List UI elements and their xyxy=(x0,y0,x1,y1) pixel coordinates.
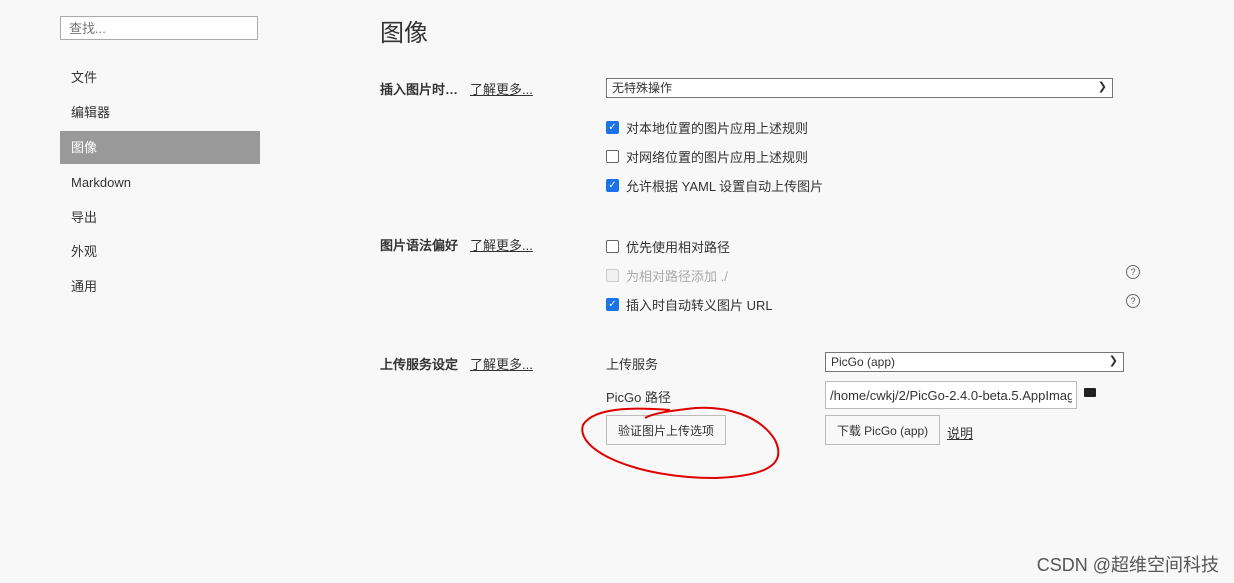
insert-action-select[interactable]: 无特殊操作 ❯ xyxy=(606,78,1113,98)
checkbox-label: 对本地位置的图片应用上述规则 xyxy=(626,121,809,136)
picgo-path-input[interactable] xyxy=(825,381,1077,409)
help-icon[interactable]: ? xyxy=(1126,265,1140,279)
dot-slash-checkbox: 为相对路径添加 ./ xyxy=(606,266,728,285)
check-icon: ✓ xyxy=(606,121,619,134)
red-annotation-circle xyxy=(581,406,780,480)
checkbox-box xyxy=(606,240,619,253)
sidebar-item-image[interactable]: 图像 xyxy=(60,131,260,164)
upload-learn-more-link[interactable]: 了解更多... xyxy=(470,354,533,373)
checkbox-box xyxy=(606,269,619,282)
chevron-down-icon: ❯ xyxy=(1097,81,1107,93)
sidebar-item-general[interactable]: 通用 xyxy=(60,270,260,303)
syntax-section-label: 图片语法偏好 xyxy=(380,238,459,253)
help-icon[interactable]: ? xyxy=(1126,294,1140,308)
folder-icon[interactable] xyxy=(1084,388,1096,397)
checkbox-label: 对网络位置的图片应用上述规则 xyxy=(626,150,809,165)
check-icon: ✓ xyxy=(606,298,619,311)
yaml-upload-checkbox[interactable]: ✓ 允许根据 YAML 设置自动上传图片 xyxy=(606,176,823,195)
chevron-down-icon: ❯ xyxy=(1108,355,1118,367)
checkbox-box xyxy=(606,150,619,163)
watermark: CSDN @超维空间科技 xyxy=(1036,555,1219,575)
page-title: 图像 xyxy=(380,20,428,47)
download-picgo-button[interactable]: 下载 PicGo (app) xyxy=(825,415,940,445)
sidebar-item-file[interactable]: 文件 xyxy=(60,61,260,94)
select-value: 无特殊操作 xyxy=(612,81,673,95)
select-value: PicGo (app) xyxy=(831,355,896,369)
sidebar-item-markdown[interactable]: Markdown xyxy=(60,166,260,199)
network-images-checkbox[interactable]: 对网络位置的图片应用上述规则 xyxy=(606,147,808,166)
sidebar-item-appearance[interactable]: 外观 xyxy=(60,235,260,268)
syntax-learn-more-link[interactable]: 了解更多... xyxy=(470,235,533,254)
upload-service-label: 上传服务 xyxy=(606,357,659,372)
relative-path-checkbox[interactable]: 优先使用相对路径 xyxy=(606,237,730,256)
escape-url-checkbox[interactable]: ✓ 插入时自动转义图片 URL xyxy=(606,295,773,314)
insert-learn-more-link[interactable]: 了解更多... xyxy=(470,79,533,98)
checkbox-label: 允许根据 YAML 设置自动上传图片 xyxy=(626,179,824,194)
checkbox-label: 插入时自动转义图片 URL xyxy=(626,298,773,313)
checkbox-label: 为相对路径添加 ./ xyxy=(626,269,728,284)
insert-section-label: 插入图片时… xyxy=(380,82,459,97)
upload-service-select[interactable]: PicGo (app) ❯ xyxy=(825,352,1124,372)
sidebar-item-editor[interactable]: 编辑器 xyxy=(60,96,260,129)
search-input[interactable] xyxy=(60,16,258,40)
upload-section-label: 上传服务设定 xyxy=(380,357,459,372)
check-icon: ✓ xyxy=(606,179,619,192)
sidebar-item-export[interactable]: 导出 xyxy=(60,201,260,234)
checkbox-label: 优先使用相对路径 xyxy=(626,240,731,255)
local-images-checkbox[interactable]: ✓ 对本地位置的图片应用上述规则 xyxy=(606,118,808,137)
help-link[interactable]: 说明 xyxy=(947,423,973,442)
